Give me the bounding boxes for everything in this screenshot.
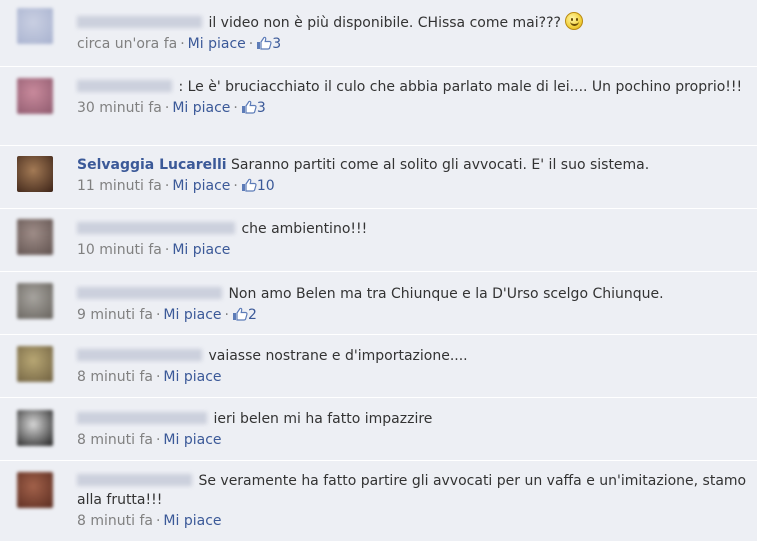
thumbs-up-icon xyxy=(241,178,257,198)
comment-timestamp[interactable]: 11 minuti fa xyxy=(77,178,162,194)
avatar[interactable] xyxy=(17,283,53,319)
comment-body: vaiasse nostrane e d'importazione.... xyxy=(208,348,468,364)
comment-item: Non amo Belen ma tra Chiunque e la D'Urs… xyxy=(0,272,757,335)
comment-author[interactable] xyxy=(77,222,235,234)
like-count[interactable]: 10 xyxy=(241,178,275,194)
comment-timestamp[interactable]: 8 minuti fa xyxy=(77,432,153,448)
thumbs-up-icon xyxy=(241,100,257,120)
separator-dot: · xyxy=(233,100,238,116)
comment-timestamp[interactable]: 8 minuti fa xyxy=(77,513,153,529)
separator-dot: · xyxy=(155,307,161,323)
comment-body: Saranno partiti come al solito gli avvoc… xyxy=(231,157,650,173)
comment-meta: 30 minuti fa · Mi piace · 3 xyxy=(77,99,747,120)
like-button[interactable]: Mi piace xyxy=(172,242,230,258)
comment-text-block: : Le è' bruciacchiato il culo che abbia … xyxy=(77,78,747,97)
comment-body: il video non è più disponibile. CHissa c… xyxy=(208,15,561,31)
like-count[interactable]: 3 xyxy=(256,36,281,52)
comment-meta: 8 minuti fa · Mi piace xyxy=(77,512,747,531)
like-button[interactable]: Mi piace xyxy=(188,36,246,52)
like-button[interactable]: Mi piace xyxy=(163,432,221,448)
comment-author[interactable] xyxy=(77,16,202,28)
like-count-number: 3 xyxy=(272,36,282,52)
thumbs-up-icon xyxy=(256,36,272,56)
comment-meta: circa un'ora fa · Mi piace · 3 xyxy=(77,35,747,56)
avatar[interactable] xyxy=(17,346,53,382)
comment-meta: 8 minuti fa · Mi piace xyxy=(77,368,747,387)
like-count[interactable]: 2 xyxy=(232,307,257,323)
separator-dot: · xyxy=(164,242,170,258)
like-button[interactable]: Mi piace xyxy=(172,100,230,116)
comment-item: vaiasse nostrane e d'importazione.... 8 m… xyxy=(0,335,757,398)
avatar[interactable] xyxy=(17,472,53,508)
smiley-emoticon-icon xyxy=(564,12,583,30)
avatar[interactable] xyxy=(17,78,53,114)
comment-text-block: che ambientino!!! xyxy=(77,220,747,239)
comment-author[interactable] xyxy=(77,80,172,92)
comment-item: che ambientino!!! 10 minuti fa · Mi piace xyxy=(0,209,757,272)
separator-dot: · xyxy=(155,432,161,448)
like-button[interactable]: Mi piace xyxy=(172,178,230,194)
avatar[interactable] xyxy=(17,156,53,192)
comment-text-block: ieri belen mi ha fatto impazzire xyxy=(77,410,747,429)
comment-text-block: Selvaggia Lucarelli Saranno partiti come… xyxy=(77,156,747,175)
comment-timestamp[interactable]: 9 minuti fa xyxy=(77,307,153,323)
comment-item: : Le è' bruciacchiato il culo che abbia … xyxy=(0,67,757,146)
like-count-number: 10 xyxy=(256,178,275,194)
comment-timestamp[interactable]: 30 minuti fa xyxy=(77,100,162,116)
separator-dot: · xyxy=(180,36,185,52)
avatar[interactable] xyxy=(17,219,53,255)
separator-dot: · xyxy=(248,36,254,52)
comment-meta: 9 minuti fa · Mi piace · 2 xyxy=(77,306,747,327)
like-count-number: 3 xyxy=(256,100,266,116)
separator-dot: · xyxy=(164,100,170,116)
comment-author[interactable] xyxy=(77,287,222,299)
page-edge xyxy=(757,0,767,542)
comment-body: Non amo Belen ma tra Chiunque e la D'Urs… xyxy=(228,286,664,302)
like-count[interactable]: 3 xyxy=(241,100,266,116)
comment-timestamp[interactable]: 8 minuti fa xyxy=(77,369,153,385)
comment-author[interactable] xyxy=(77,412,207,424)
avatar[interactable] xyxy=(17,410,53,446)
comment-list: il video non è più disponibile. CHissa c… xyxy=(0,0,757,542)
comment-text-block: Non amo Belen ma tra Chiunque e la D'Urs… xyxy=(77,285,747,304)
comment-item: Se veramente ha fatto partire gli avvoca… xyxy=(0,461,757,542)
comment-text-block: Se veramente ha fatto partire gli avvoca… xyxy=(77,472,747,510)
comment-body: : Le è' bruciacchiato il culo che abbia … xyxy=(178,79,743,95)
comment-text-block: vaiasse nostrane e d'importazione.... xyxy=(77,347,747,366)
like-button[interactable]: Mi piace xyxy=(163,513,221,529)
comment-body: che ambientino!!! xyxy=(241,221,368,237)
comment-timestamp[interactable]: 10 minuti fa xyxy=(77,242,162,258)
comment-item: ieri belen mi ha fatto impazzire 8 minuti… xyxy=(0,398,757,461)
comment-meta: 8 minuti fa · Mi piace xyxy=(77,431,747,450)
comment-timestamp[interactable]: circa un'ora fa xyxy=(77,36,177,52)
comment-meta: 11 minuti fa · Mi piace · 10 xyxy=(77,177,747,198)
separator-dot: · xyxy=(224,307,229,323)
separator-dot: · xyxy=(155,369,161,385)
like-button[interactable]: Mi piace xyxy=(163,369,221,385)
comment-meta: 10 minuti fa · Mi piace xyxy=(77,241,747,260)
comment-item: il video non è più disponibile. CHissa c… xyxy=(0,0,757,67)
comment-text-block: il video non è più disponibile. CHissa c… xyxy=(77,12,747,33)
comment-author[interactable]: Selvaggia Lucarelli xyxy=(77,157,227,173)
comment-body: ieri belen mi ha fatto impazzire xyxy=(213,411,433,427)
avatar[interactable] xyxy=(17,8,53,44)
separator-dot: · xyxy=(164,178,170,194)
separator-dot: · xyxy=(155,513,161,529)
separator-dot: · xyxy=(233,178,238,194)
comment-author[interactable] xyxy=(77,474,192,486)
comment-item: Selvaggia Lucarelli Saranno partiti come… xyxy=(0,146,757,209)
comment-author[interactable] xyxy=(77,349,202,361)
thumbs-up-icon xyxy=(232,307,248,327)
like-count-number: 2 xyxy=(247,307,257,323)
like-button[interactable]: Mi piace xyxy=(163,307,221,323)
